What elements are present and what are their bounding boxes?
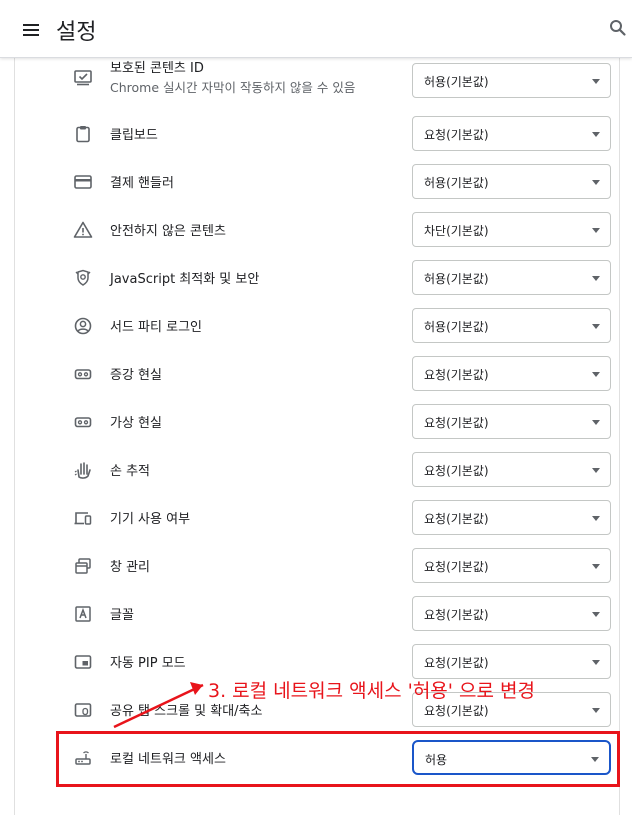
- setting-label: 안전하지 않은 콘텐츠: [110, 224, 226, 239]
- shared-tab-scroll-icon: [73, 700, 93, 720]
- warning-icon: [73, 220, 93, 240]
- picture-in-picture-icon: [73, 652, 93, 672]
- setting-label: 손 추적: [110, 464, 151, 479]
- dropdown-value: 요청(기본값): [424, 608, 489, 622]
- dropdown-value: 요청(기본값): [424, 464, 489, 478]
- search-icon[interactable]: [608, 18, 628, 38]
- dropdown-value: 허용(기본값): [424, 272, 489, 286]
- dropdown-arrow-icon: [592, 132, 600, 137]
- dropdown-arrow-icon: [592, 516, 600, 521]
- setting-row-augmented-reality: 증강 현실 요청(기본값): [15, 349, 621, 397]
- dropdown-value: 요청(기본값): [424, 704, 489, 718]
- setting-label: 증강 현실: [110, 368, 162, 383]
- protected-content-icon: [73, 67, 93, 87]
- setting-dropdown-hand-tracking[interactable]: 요청(기본값): [412, 452, 611, 487]
- dropdown-arrow-icon: [591, 757, 599, 762]
- setting-dropdown-protected-content[interactable]: 허용(기본값): [412, 63, 611, 98]
- menu-icon[interactable]: [20, 19, 42, 41]
- setting-label: 창 관리: [110, 560, 151, 575]
- setting-label: 자동 PIP 모드: [110, 656, 186, 671]
- dropdown-arrow-icon: [592, 660, 600, 665]
- vr-headset-icon: [73, 412, 93, 432]
- setting-label: 결제 핸들러: [110, 176, 174, 191]
- credit-card-icon: [73, 172, 93, 192]
- setting-dropdown-third-party-sign-in[interactable]: 허용(기본값): [412, 308, 611, 343]
- dropdown-arrow-icon: [592, 276, 600, 281]
- setting-row-payment-handler: 결제 핸들러 허용(기본값): [15, 157, 621, 205]
- dropdown-arrow-icon: [592, 708, 600, 713]
- dropdown-value: 요청(기본값): [424, 656, 489, 670]
- setting-row-javascript-optimization: JavaScript 최적화 및 보안 허용(기본값): [15, 253, 621, 301]
- setting-row-insecure-content: 안전하지 않은 콘텐츠 차단(기본값): [15, 205, 621, 253]
- setting-label: 가상 현실: [110, 416, 162, 431]
- dropdown-arrow-icon: [592, 564, 600, 569]
- setting-label: 보호된 콘텐츠 ID: [110, 61, 204, 76]
- setting-row-clipboard: 클립보드 요청(기본값): [15, 109, 621, 157]
- app-header: 설정: [0, 0, 632, 58]
- local-network-icon: [73, 748, 93, 768]
- font-icon: [73, 604, 93, 624]
- setting-sublabel: Chrome 실시간 자막이 작동하지 않을 수 있음: [110, 80, 356, 95]
- clipboard-icon: [73, 124, 93, 144]
- setting-row-hand-tracking: 손 추적 요청(기본값): [15, 445, 621, 493]
- setting-dropdown-clipboard[interactable]: 요청(기본값): [412, 116, 611, 151]
- dropdown-arrow-icon: [592, 79, 600, 84]
- dropdown-arrow-icon: [592, 468, 600, 473]
- dropdown-value: 허용: [425, 753, 448, 767]
- dropdown-arrow-icon: [592, 372, 600, 377]
- setting-dropdown-payment-handler[interactable]: 허용(기본값): [412, 164, 611, 199]
- setting-dropdown-augmented-reality[interactable]: 요청(기본값): [412, 356, 611, 391]
- setting-dropdown-fonts[interactable]: 요청(기본값): [412, 596, 611, 631]
- dropdown-arrow-icon: [592, 420, 600, 425]
- dropdown-value: 허용(기본값): [424, 320, 489, 334]
- setting-row-local-network-access: 로컬 네트워크 액세스 허용: [15, 733, 621, 781]
- dropdown-value: 요청(기본값): [424, 512, 489, 526]
- dropdown-arrow-icon: [592, 228, 600, 233]
- dropdown-value: 요청(기본값): [424, 128, 489, 142]
- setting-dropdown-auto-pip[interactable]: 요청(기본값): [412, 644, 611, 679]
- dropdown-arrow-icon: [592, 612, 600, 617]
- setting-dropdown-local-network-access[interactable]: 허용: [412, 740, 611, 775]
- setting-row-protected-content: 보호된 콘텐츠 ID Chrome 실시간 자막이 작동하지 않을 수 있음 허…: [15, 56, 621, 104]
- dropdown-value: 요청(기본값): [424, 560, 489, 574]
- window-management-icon: [73, 556, 93, 576]
- setting-row-device-use: 기기 사용 여부 요청(기본값): [15, 493, 621, 541]
- dropdown-arrow-icon: [592, 180, 600, 185]
- vr-headset-icon: [73, 364, 93, 384]
- setting-label: 기기 사용 여부: [110, 512, 191, 527]
- setting-dropdown-insecure-content[interactable]: 차단(기본값): [412, 212, 611, 247]
- dropdown-value: 차단(기본값): [424, 224, 489, 238]
- devices-icon: [73, 508, 93, 528]
- dropdown-value: 허용(기본값): [424, 176, 489, 190]
- setting-label: 글꼴: [110, 608, 134, 623]
- setting-dropdown-javascript-optimization[interactable]: 허용(기본값): [412, 260, 611, 295]
- dropdown-value: 요청(기본값): [424, 368, 489, 382]
- setting-row-fonts: 글꼴 요청(기본값): [15, 589, 621, 637]
- setting-label: JavaScript 최적화 및 보안: [110, 272, 260, 287]
- setting-label: 서드 파티 로그인: [110, 320, 202, 335]
- setting-label: 로컬 네트워크 액세스: [110, 752, 226, 767]
- page-title: 설정: [56, 20, 97, 45]
- setting-row-third-party-sign-in: 서드 파티 로그인 허용(기본값): [15, 301, 621, 349]
- dropdown-value: 허용(기본값): [424, 75, 489, 89]
- setting-dropdown-window-management[interactable]: 요청(기본값): [412, 548, 611, 583]
- dropdown-value: 요청(기본값): [424, 416, 489, 430]
- setting-label: 클립보드: [110, 128, 158, 143]
- hand-tracking-icon: [73, 460, 93, 480]
- setting-dropdown-device-use[interactable]: 요청(기본값): [412, 500, 611, 535]
- setting-row-virtual-reality: 가상 현실 요청(기본값): [15, 397, 621, 445]
- setting-row-window-management: 창 관리 요청(기본값): [15, 541, 621, 589]
- account-circle-icon: [73, 316, 93, 336]
- dropdown-arrow-icon: [592, 324, 600, 329]
- setting-dropdown-virtual-reality[interactable]: 요청(기본값): [412, 404, 611, 439]
- javascript-security-icon: [73, 268, 93, 288]
- annotation-text: 3. 로컬 네트워크 액세스 '허용' 으로 변경: [208, 680, 536, 702]
